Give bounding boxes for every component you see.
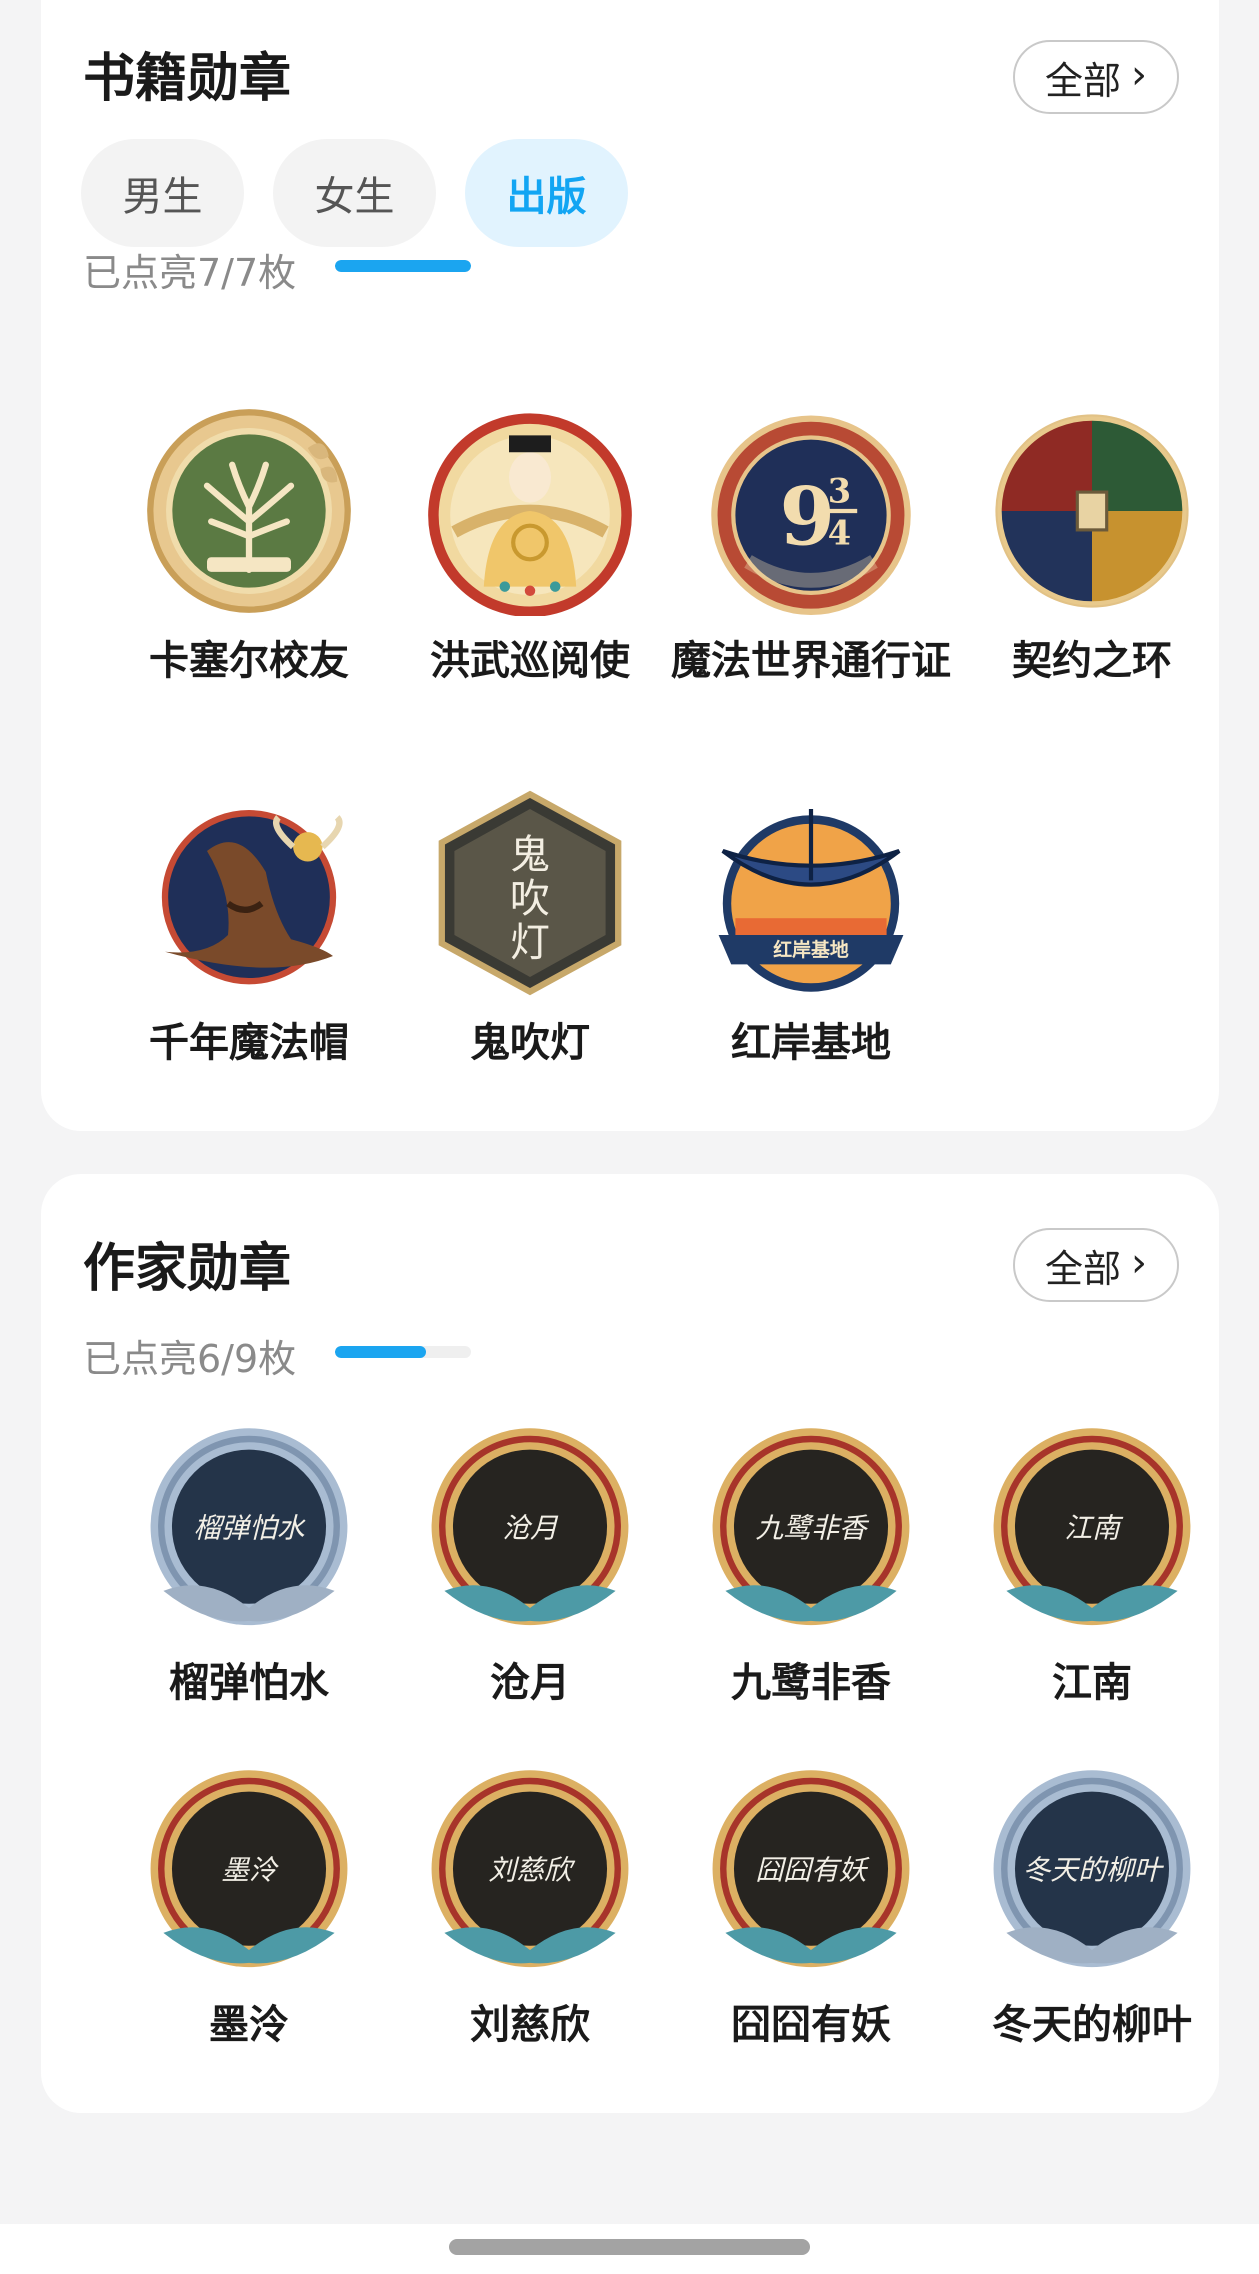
signature-text: 江南: [1064, 1511, 1124, 1544]
badge-label: 魔法世界通行证: [671, 638, 951, 684]
author-badge[interactable]: 九鹭非香 九鹭非香: [671, 1424, 951, 1708]
book-medals-all-button[interactable]: 全部 ›: [1013, 40, 1179, 114]
signature-text: 刘慈欣: [488, 1853, 576, 1886]
author-medals-all-button[interactable]: 全部 ›: [1013, 1228, 1179, 1302]
chevron-right-icon: ›: [1131, 52, 1147, 98]
author-signature-badge-icon: 江南: [993, 1428, 1191, 1626]
svg-text:灯: 灯: [510, 920, 550, 966]
badge-label: 卡塞尔校友: [149, 638, 349, 684]
hongwu-emperor-badge-icon: [428, 413, 632, 616]
badge-label: 契约之环: [1012, 638, 1172, 684]
author-signature-badge-icon: 榴弹怕水: [150, 1428, 348, 1626]
badge-hongwu-inspector[interactable]: 洪武巡阅使: [390, 406, 670, 686]
author-badge[interactable]: 江南 江南: [952, 1424, 1232, 1708]
chevron-right-icon: ›: [1131, 1240, 1147, 1286]
badge-label: 榴弹怕水: [169, 1660, 329, 1706]
badge-label: 洪武巡阅使: [430, 638, 630, 684]
book-progress-text: 已点亮7/7枚: [83, 251, 297, 295]
author-signature-badge-icon: 冬天的柳叶: [993, 1770, 1191, 1968]
sorting-hat-badge-icon: [161, 810, 343, 985]
author-signature-badge-icon: 沧月: [431, 1428, 629, 1626]
badge-magic-world-pass[interactable]: 9 3 4 魔法世界通行证: [671, 406, 951, 686]
home-indicator[interactable]: [449, 2239, 810, 2255]
badge-red-coast-base[interactable]: 红岸基地 红岸基地: [671, 788, 951, 1068]
svg-text:4: 4: [828, 513, 851, 553]
signature-text: 九鹭非香: [755, 1511, 869, 1544]
all-button-label: 全部: [1044, 1246, 1121, 1291]
author-medals-card: 作家勋章 全部 › 已点亮6/9枚 榴弹怕水 榴弹怕水 沧月 沧月 九鹭非香 九鹭非香 江南…: [41, 1174, 1219, 2113]
badge-label: 红岸基地: [731, 1020, 891, 1066]
book-progress-fill: [335, 260, 471, 272]
platform-nine-three-quarters-badge-icon: 9 3 4: [711, 415, 911, 615]
signature-text: 墨泠: [221, 1853, 279, 1886]
all-button-label: 全部: [1044, 58, 1121, 103]
badge-contract-ring[interactable]: 契约之环: [952, 406, 1232, 686]
svg-text:鬼: 鬼: [510, 832, 550, 878]
badge-label: 刘慈欣: [470, 2002, 590, 2048]
author-badge[interactable]: 刘慈欣 刘慈欣: [390, 1766, 670, 2050]
badge-label: 冬天的柳叶: [992, 2002, 1192, 2048]
author-badge[interactable]: 榴弹怕水 榴弹怕水: [109, 1424, 389, 1708]
book-progress-bar: [335, 260, 471, 272]
svg-text:红岸基地: 红岸基地: [773, 938, 849, 961]
badge-gui-chui-deng[interactable]: 鬼 吹 灯 鬼吹灯: [390, 788, 670, 1068]
author-badge[interactable]: 囧囧有妖 囧囧有妖: [671, 1766, 951, 2050]
author-signature-badge-icon: 囧囧有妖: [712, 1770, 910, 1968]
signature-text: 沧月: [502, 1511, 559, 1544]
svg-text:9: 9: [780, 470, 836, 564]
four-houses-crest-badge-icon: [995, 414, 1189, 608]
svg-text:吹: 吹: [510, 876, 550, 922]
author-badge[interactable]: 沧月 沧月: [390, 1424, 670, 1708]
author-progress-bar: [335, 1346, 471, 1358]
badge-label: 沧月: [490, 1660, 570, 1706]
tab-publishing[interactable]: 出版: [465, 139, 628, 247]
tab-female[interactable]: 女生: [273, 139, 436, 247]
svg-text:3: 3: [828, 471, 851, 511]
author-signature-badge-icon: 墨泠: [150, 1770, 348, 1968]
badge-label: 囧囧有妖: [731, 2002, 891, 2048]
signature-text: 冬天的柳叶: [1022, 1853, 1164, 1886]
kassel-college-tree-badge-icon: [147, 409, 351, 613]
badge-millennium-hat[interactable]: 千年魔法帽: [109, 788, 389, 1068]
gui-chui-deng-badge-icon: 鬼 吹 灯: [438, 790, 622, 996]
book-medals-card: 书籍勋章 全部 › 男生 女生 出版 已点亮7/7枚 卡塞尔校友 洪武巡阅使 9…: [41, 0, 1219, 1131]
author-badge[interactable]: 墨泠 墨泠: [109, 1766, 389, 2050]
badge-label: 千年魔法帽: [149, 1020, 349, 1066]
signature-text: 囧囧有妖: [755, 1853, 869, 1886]
author-signature-badge-icon: 刘慈欣: [431, 1770, 629, 1968]
red-coast-base-badge-icon: 红岸基地: [718, 809, 904, 992]
badge-kassel-alumni[interactable]: 卡塞尔校友: [109, 406, 389, 686]
book-medals-title: 书籍勋章: [83, 49, 292, 109]
badge-label: 鬼吹灯: [470, 1020, 590, 1066]
badge-label: 墨泠: [209, 2002, 289, 2048]
author-badge[interactable]: 冬天的柳叶 冬天的柳叶: [952, 1766, 1232, 2050]
signature-text: 榴弹怕水: [193, 1511, 305, 1544]
author-medals-title: 作家勋章: [83, 1239, 292, 1299]
tab-male[interactable]: 男生: [81, 139, 244, 247]
badge-label: 九鹭非香: [731, 1660, 891, 1706]
author-progress-fill: [335, 1346, 426, 1358]
badge-label: 江南: [1052, 1660, 1132, 1706]
author-progress-text: 已点亮6/9枚: [83, 1337, 297, 1381]
author-signature-badge-icon: 九鹭非香: [712, 1428, 910, 1626]
